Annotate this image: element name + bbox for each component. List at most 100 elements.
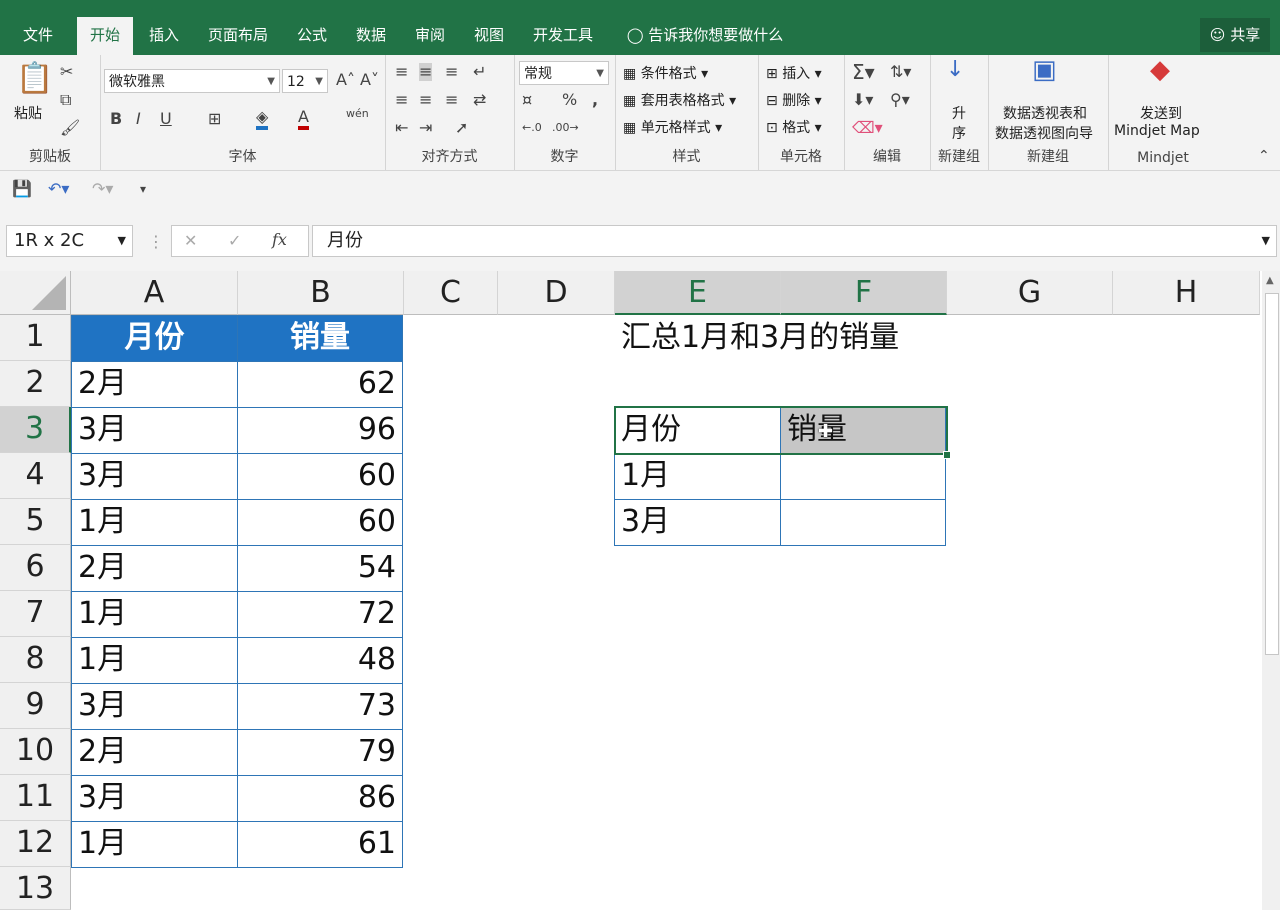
scrollbar-thumb[interactable] [1265,293,1279,655]
tab-insert[interactable]: 插入 [140,17,188,55]
tab-page-layout[interactable]: 页面布局 [200,17,276,55]
table-header-month[interactable]: 月份 [71,315,238,362]
wrap-text-icon[interactable]: ↵ [473,63,486,81]
name-box[interactable]: 1R x 2C ▼ [6,225,133,257]
italic-button[interactable]: I [136,110,141,128]
table-cell-sales[interactable]: 54 [237,545,403,592]
col-header-d[interactable]: D [498,271,615,315]
increase-indent-icon[interactable]: ⇥ [419,119,432,137]
paste-button[interactable]: 粘贴 [14,103,42,123]
increase-decimal-icon[interactable]: ←.0 [522,119,542,137]
table-cell-month[interactable]: 3月 [71,453,238,500]
table-header-sales[interactable]: 销量 [237,315,403,362]
summary-cell-sales[interactable] [780,499,946,546]
insert-cells-button[interactable]: ⊞ 插入 ▾ [766,63,822,83]
tab-home[interactable]: 开始 [77,17,133,55]
sort-ascending-label1[interactable]: 升 [952,103,966,123]
table-cell-month[interactable]: 1月 [71,591,238,638]
font-size-select[interactable]: 12 ▼ [282,69,328,93]
cancel-icon[interactable]: ✕ [184,232,197,250]
summary-header-month[interactable]: 月份 [614,407,781,454]
pivot-table-icon[interactable]: ▣ [1032,57,1057,83]
row-header-10[interactable]: 10 [0,729,71,775]
delete-cells-button[interactable]: ⊟ 删除 ▾ [766,90,822,110]
share-button[interactable]: ☺ 共享 [1200,18,1270,52]
summary-header-sales[interactable]: 销量 [780,407,946,454]
fill-color-icon[interactable]: ◈ [256,108,269,130]
merge-center-icon[interactable]: ⇄ [473,91,486,109]
table-cell-sales[interactable]: 61 [237,821,403,868]
expand-formula-icon[interactable]: ▼ [1262,226,1270,256]
table-cell-month[interactable]: 1月 [71,499,238,546]
undo-icon[interactable]: ↶▾ [48,180,69,198]
table-cell-sales[interactable]: 86 [237,775,403,822]
row-header-8[interactable]: 8 [0,637,71,683]
table-cell-sales[interactable]: 79 [237,729,403,776]
orientation-icon[interactable]: ➚ [455,119,468,137]
align-left-icon[interactable]: ≡ [395,91,408,109]
row-header-9[interactable]: 9 [0,683,71,729]
cell-styles-button[interactable]: ▦ 单元格样式 ▾ [623,117,722,137]
align-center-icon[interactable]: ≡ [419,91,432,109]
row-header-11[interactable]: 11 [0,775,71,821]
table-cell-month[interactable]: 1月 [71,821,238,868]
row-header-1[interactable]: 1 [0,315,71,361]
clear-icon[interactable]: ⌫▾ [852,119,883,137]
tab-review[interactable]: 审阅 [406,17,454,55]
tell-me-box[interactable]: ◯ 告诉我你想要做什么 [620,17,790,55]
summary-title[interactable]: 汇总1月和3月的销量 [615,316,1015,362]
row-header-4[interactable]: 4 [0,453,71,499]
row-header-12[interactable]: 12 [0,821,71,867]
summary-cell-sales[interactable] [780,453,946,500]
table-cell-sales[interactable]: 60 [237,499,403,546]
table-cell-sales[interactable]: 62 [237,361,403,408]
table-cell-month[interactable]: 2月 [71,729,238,776]
font-name-select[interactable]: 微软雅黑 ▼ [104,69,280,93]
table-cell-sales[interactable]: 73 [237,683,403,730]
tab-formulas[interactable]: 公式 [288,17,336,55]
mindjet-icon[interactable]: ◆ [1150,57,1170,83]
sort-ascending-label2[interactable]: 序 [952,123,966,143]
bold-button[interactable]: B [110,110,122,128]
autosum-icon[interactable]: Σ▾ [852,62,875,82]
save-icon[interactable]: 💾 [12,180,32,198]
table-cell-sales[interactable]: 96 [237,407,403,454]
pivot-wizard-line2[interactable]: 数据透视图向导 [995,123,1093,143]
enter-icon[interactable]: ✓ [228,232,241,250]
summary-cell-month[interactable]: 1月 [614,453,781,500]
vertical-scrollbar[interactable]: ▲ [1262,271,1280,910]
table-cell-month[interactable]: 2月 [71,545,238,592]
fill-icon[interactable]: ⬇▾ [852,91,873,109]
row-header-5[interactable]: 5 [0,499,71,545]
table-cell-month[interactable]: 3月 [71,775,238,822]
format-cells-button[interactable]: ⊡ 格式 ▾ [766,117,822,137]
table-cell-sales[interactable]: 60 [237,453,403,500]
name-box-dropdown-icon[interactable]: ▼ [118,226,126,256]
comma-button[interactable]: , [592,91,598,109]
table-cell-month[interactable]: 3月 [71,683,238,730]
col-header-e[interactable]: E [615,271,781,315]
paste-icon[interactable]: 📋 [16,63,53,95]
select-all-corner[interactable] [0,271,71,315]
col-header-a[interactable]: A [71,271,238,315]
format-painter-icon[interactable]: 🖌 [60,119,80,137]
row-header-3[interactable]: 3 [0,407,71,453]
col-header-f[interactable]: F [781,271,947,315]
tab-data[interactable]: 数据 [347,17,395,55]
table-cell-month[interactable]: 3月 [71,407,238,454]
tab-developer[interactable]: 开发工具 [526,17,600,55]
send-to-mindjet-line1[interactable]: 发送到 [1140,103,1182,123]
tab-file[interactable]: 文件 [12,17,64,55]
table-cell-month[interactable]: 1月 [71,637,238,684]
decrease-indent-icon[interactable]: ⇤ [395,119,408,137]
phonetic-guide-button[interactable]: wén [346,105,369,123]
sort-filter-icon[interactable]: ⇅▾ [890,63,911,81]
formula-input[interactable]: 月份 ▼ [312,225,1277,257]
row-header-6[interactable]: 6 [0,545,71,591]
pivot-wizard-line1[interactable]: 数据透视表和 [1003,103,1087,123]
sort-ascending-icon[interactable]: ↓ [946,59,964,81]
conditional-format-button[interactable]: ▦ 条件格式 ▾ [623,63,708,83]
decrease-font-icon[interactable]: A˅ [360,71,379,89]
copy-icon[interactable]: ⧉ [60,91,71,109]
insert-function-button[interactable]: fx [272,231,287,249]
